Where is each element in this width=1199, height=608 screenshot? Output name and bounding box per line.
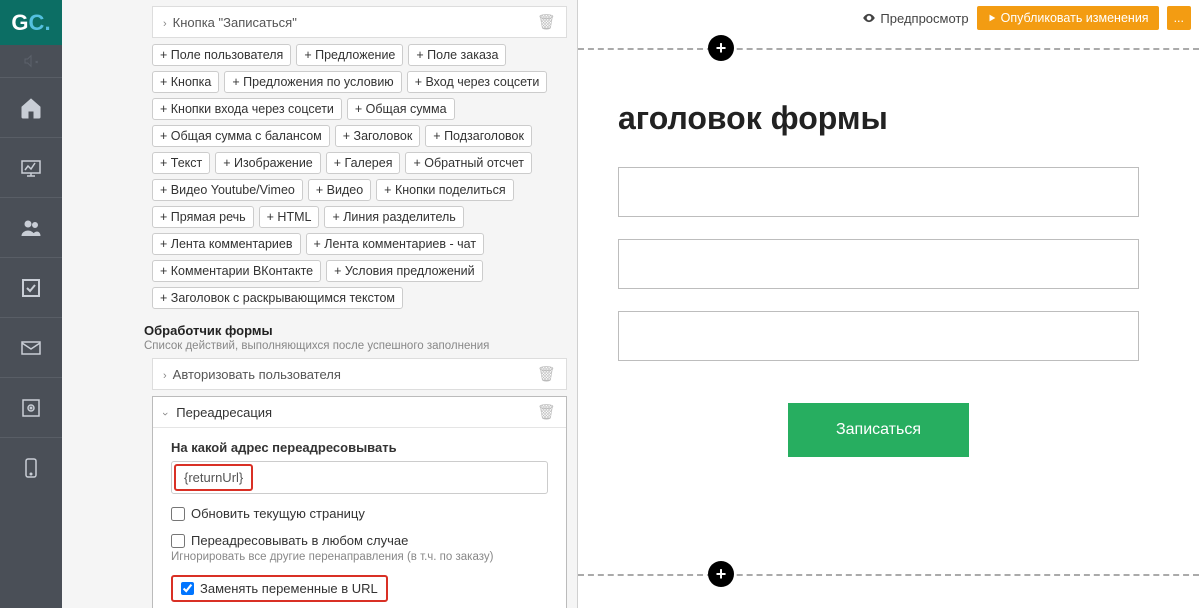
refresh-checkbox[interactable] <box>171 507 185 521</box>
always-redirect-checkbox[interactable] <box>171 534 185 548</box>
nav-mail-icon[interactable] <box>0 317 62 377</box>
always-redirect-hint: Игнорировать все другие перенаправления … <box>171 551 548 563</box>
form-preview: аголовок формы Записаться <box>578 0 1199 487</box>
add-line-bottom <box>578 574 1199 576</box>
pill[interactable]: + Линия разделитель <box>324 206 463 228</box>
nav-mobile-icon[interactable] <box>0 437 62 497</box>
pill[interactable]: + Кнопка <box>152 71 219 93</box>
pill[interactable]: + Поле пользователя <box>152 44 291 66</box>
handler-redirect-block: › Переадресация 🗑 На какой адрес переадр… <box>152 396 567 608</box>
pill[interactable]: + Кнопки входа через соцсети <box>152 98 342 120</box>
editor-panel: ›Кнопка "Записаться" 🗑 + Поле пользовате… <box>62 0 578 608</box>
pill[interactable]: + Заголовок с раскрывающимся текстом <box>152 287 403 309</box>
handler-section-header: Обработчик формы Список действий, выполн… <box>144 323 567 352</box>
form-title[interactable]: аголовок формы <box>618 100 1139 137</box>
always-redirect-checkbox-row[interactable]: Переадресовывать в любом случае <box>171 533 548 548</box>
logo[interactable]: GC. <box>0 0 62 45</box>
nav-users-icon[interactable] <box>0 197 62 257</box>
pill[interactable]: + Предложения по условию <box>224 71 401 93</box>
form-field-2[interactable] <box>618 239 1139 289</box>
pill[interactable]: + Лента комментариев <box>152 233 301 255</box>
pill[interactable]: + Заголовок <box>335 125 421 147</box>
nav-task-icon[interactable] <box>0 257 62 317</box>
pill[interactable]: + Предложение <box>296 44 403 66</box>
pill[interactable]: + Общая сумма с балансом <box>152 125 330 147</box>
pill[interactable]: + Кнопки поделиться <box>376 179 513 201</box>
topbar: Предпросмотр Опубликовать изменения ... <box>862 6 1191 30</box>
pill[interactable]: + Обратный отсчет <box>405 152 532 174</box>
replace-vars-checkbox[interactable] <box>181 582 194 595</box>
pill[interactable]: + HTML <box>259 206 320 228</box>
pill[interactable]: + Вход через соцсети <box>407 71 548 93</box>
redirect-header[interactable]: › Переадресация 🗑 <box>153 397 566 428</box>
pill[interactable]: + Галерея <box>326 152 401 174</box>
replace-vars-checkbox-row[interactable]: Заменять переменные в URL <box>171 575 388 602</box>
more-button[interactable]: ... <box>1167 6 1191 30</box>
chevron-right-icon: › <box>163 370 167 382</box>
pill[interactable]: + Видео Youtube/Vimeo <box>152 179 303 201</box>
add-line-top <box>578 48 1199 50</box>
nav-home-icon[interactable] <box>0 77 62 137</box>
add-block-button-bottom[interactable]: + <box>708 561 734 587</box>
collapsed-button-block[interactable]: ›Кнопка "Записаться" 🗑 <box>152 6 567 38</box>
publish-button[interactable]: Опубликовать изменения <box>977 6 1159 30</box>
side-nav: GC. <box>0 0 62 608</box>
chevron-right-icon: › <box>163 18 167 30</box>
preview-link[interactable]: Предпросмотр <box>862 11 968 26</box>
preview-panel: Предпросмотр Опубликовать изменения ... … <box>578 0 1199 608</box>
trash-icon[interactable]: 🗑 <box>537 403 556 421</box>
eye-icon <box>862 11 876 25</box>
pill[interactable]: + Изображение <box>215 152 321 174</box>
pill[interactable]: + Комментарии ВКонтакте <box>152 260 321 282</box>
add-block-button-top[interactable]: + <box>708 35 734 61</box>
element-pills: + Поле пользователя + Предложение + Поле… <box>152 44 567 309</box>
handler-auth-row[interactable]: ›Авторизовать пользователя 🗑 <box>152 358 567 390</box>
pill[interactable]: + Общая сумма <box>347 98 455 120</box>
nav-chart-icon[interactable] <box>0 137 62 197</box>
play-icon <box>987 13 997 23</box>
form-submit-button[interactable]: Записаться <box>788 403 969 457</box>
pill[interactable]: + Лента комментариев - чат <box>306 233 485 255</box>
mute-icon[interactable] <box>0 45 62 77</box>
form-field-3[interactable] <box>618 311 1139 361</box>
trash-icon[interactable]: 🗑 <box>537 13 556 31</box>
form-field-1[interactable] <box>618 167 1139 217</box>
refresh-checkbox-row[interactable]: Обновить текущую страницу <box>171 506 548 521</box>
pill[interactable]: + Текст <box>152 152 210 174</box>
nav-safe-icon[interactable] <box>0 377 62 437</box>
pill[interactable]: + Поле заказа <box>408 44 506 66</box>
pill[interactable]: + Условия предложений <box>326 260 483 282</box>
pill[interactable]: + Видео <box>308 179 371 201</box>
pill[interactable]: + Подзаголовок <box>425 125 532 147</box>
redirect-url-field[interactable]: {returnUrl} <box>171 461 548 494</box>
trash-icon[interactable]: 🗑 <box>537 365 556 383</box>
pill[interactable]: + Прямая речь <box>152 206 254 228</box>
chevron-down-icon: › <box>159 412 171 416</box>
redirect-url-label: На какой адрес переадресовывать <box>171 440 548 455</box>
